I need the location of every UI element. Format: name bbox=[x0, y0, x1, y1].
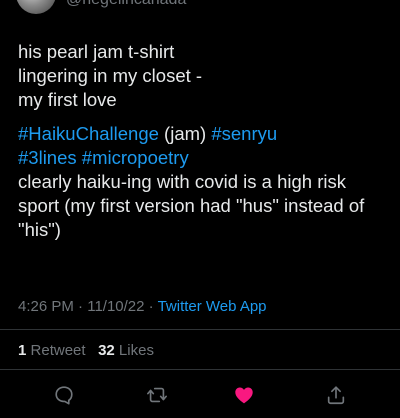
tweet-actions bbox=[0, 380, 400, 410]
tweet-meta: 4:26 PM · 11/10/22 · Twitter Web App bbox=[18, 298, 267, 315]
divider-bottom bbox=[0, 369, 400, 370]
reply-icon bbox=[55, 386, 73, 405]
tweet-stats: 1 Retweet 32 Likes bbox=[18, 342, 154, 359]
retweets-stat[interactable]: 1 Retweet bbox=[18, 342, 86, 359]
tweet-time[interactable]: 4:26 PM bbox=[18, 298, 74, 315]
share-icon bbox=[327, 386, 345, 405]
tweet-source[interactable]: Twitter Web App bbox=[158, 298, 267, 315]
meta-separator: · bbox=[144, 298, 158, 315]
likes-count: 32 bbox=[98, 342, 115, 359]
heart-icon bbox=[235, 387, 253, 404]
like-button[interactable] bbox=[229, 380, 259, 410]
retweet-button[interactable] bbox=[142, 380, 172, 410]
haiku-line: lingering in my closet - bbox=[18, 65, 203, 86]
avatar[interactable] bbox=[16, 0, 56, 14]
author-handle[interactable]: @negelincanada bbox=[66, 0, 186, 9]
retweets-label: Retweet bbox=[30, 342, 86, 359]
retweets-count: 1 bbox=[18, 342, 27, 359]
jam-text: (jam) bbox=[158, 123, 212, 144]
tweet-date[interactable]: 11/10/22 bbox=[87, 298, 144, 315]
meta-separator: · bbox=[73, 298, 88, 315]
tweet-comment-paragraph: #HaikuChallenge (jam) #senryu #3lines #m… bbox=[18, 122, 390, 242]
haiku-line: his pearl jam t-shirt bbox=[18, 41, 175, 62]
haiku-line: my first love bbox=[18, 89, 117, 110]
tweet-comment: clearly haiku-ing with covid is a high r… bbox=[18, 171, 365, 240]
divider-top bbox=[0, 329, 400, 330]
hashtag-senryu[interactable]: #senryu bbox=[211, 123, 277, 144]
reply-button[interactable] bbox=[49, 380, 79, 410]
hashtag-haikuchallenge[interactable]: #HaikuChallenge bbox=[18, 123, 159, 144]
tweet-haiku: his pearl jam t-shirt lingering in my cl… bbox=[18, 40, 390, 112]
retweet-icon bbox=[147, 387, 167, 403]
hashtag-micropoetry[interactable]: #micropoetry bbox=[82, 147, 189, 168]
hashtag-3lines[interactable]: #3lines bbox=[18, 147, 77, 168]
likes-label: Likes bbox=[118, 342, 154, 359]
tweet-body: his pearl jam t-shirt lingering in my cl… bbox=[18, 40, 390, 242]
likes-stat[interactable]: 32 Likes bbox=[98, 342, 154, 359]
share-button[interactable] bbox=[321, 380, 351, 410]
